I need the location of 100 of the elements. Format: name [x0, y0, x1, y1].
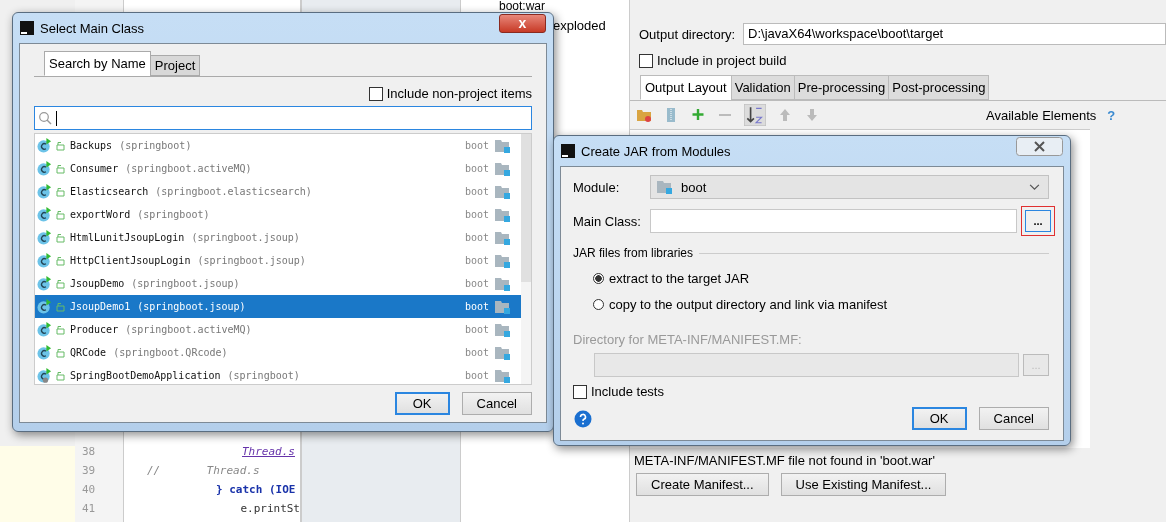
class-list-item[interactable]: exportWord (springboot) boot — [35, 203, 521, 226]
manifest-message: META-INF/MANIFEST.MF file not found in 'boot.war' — [634, 453, 935, 468]
package-name: (springboot.activeMQ) — [125, 163, 252, 174]
class-list-item[interactable]: HttpClientJsoupLogin (springboot.jsoup) boot — [35, 249, 521, 272]
dialog-button[interactable]: OK — [911, 407, 967, 430]
package-name: (springboot.elasticsearch) — [155, 186, 312, 197]
manifest-button[interactable]: Create Manifest... — [636, 473, 769, 496]
class-name: HttpClientJsoupLogin — [70, 255, 191, 266]
module-folder-icon — [657, 180, 673, 194]
class-icon — [37, 161, 52, 176]
class-icon — [37, 345, 52, 360]
class-list-item[interactable]: Producer (springboot.activeMQ) boot — [35, 318, 521, 341]
class-icon — [37, 138, 52, 153]
module-name: boot — [464, 255, 489, 266]
code-line: } catch (IOE — [216, 483, 296, 496]
checkbox[interactable] — [368, 86, 383, 101]
package-name: (springboot.jsoup) — [191, 232, 300, 243]
module-folder-icon — [495, 299, 511, 314]
dialog-button[interactable]: Cancel — [978, 407, 1049, 430]
class-list-item[interactable]: Elasticsearch (springboot.elasticsearch) boot — [35, 180, 521, 203]
package-name: (springboot) — [227, 370, 300, 381]
class-list-item[interactable]: JsoupDemo (springboot.jsoup) boot — [35, 272, 521, 295]
class-icon — [37, 253, 52, 268]
field-label: Output directory: — [639, 26, 736, 42]
dialog-button[interactable]: OK — [394, 392, 450, 415]
radio-button[interactable] — [593, 273, 604, 284]
class-list-item[interactable]: HtmlLunitJsoupLogin (springboot.jsoup) boot — [35, 226, 521, 249]
lock-icon — [55, 301, 65, 312]
lock-icon — [55, 163, 65, 174]
help-icon[interactable] — [574, 409, 592, 428]
code-line: Thread.s — [242, 445, 295, 458]
class-list-item[interactable]: Backups (springboot) boot — [35, 134, 521, 157]
module-dropdown[interactable]: boot — [650, 175, 1049, 199]
module-folder-icon — [495, 138, 511, 153]
package-name: (springboot.jsoup) — [137, 301, 246, 312]
module-folder-icon — [495, 368, 511, 383]
module-folder-icon — [495, 207, 511, 222]
manifest-directory-field[interactable] — [594, 353, 1019, 377]
class-icon — [37, 207, 52, 222]
package-name: (springboot) — [137, 209, 210, 220]
search-field[interactable] — [34, 106, 532, 130]
package-name: (springboot.QRcode) — [113, 347, 228, 358]
tab[interactable]: Project — [149, 55, 201, 76]
class-name: QRCode — [70, 347, 107, 358]
radio-button[interactable] — [593, 299, 604, 310]
checkbox-label: Include non-project items — [386, 86, 532, 101]
tab[interactable]: Pre-processing — [793, 75, 890, 100]
app-logo-icon — [561, 144, 575, 158]
module-folder-icon — [495, 322, 511, 337]
module-name: boot — [464, 163, 489, 174]
artifact-name[interactable]: boot:war — [499, 0, 546, 13]
class-name: Producer — [70, 324, 119, 335]
tab[interactable]: Search by Name — [44, 51, 151, 76]
close-button[interactable]: x — [499, 13, 546, 33]
module-name: boot — [464, 278, 489, 289]
main-class-field[interactable] — [650, 209, 1017, 233]
module-name: boot — [464, 347, 489, 358]
class-icon — [37, 322, 52, 337]
checkbox[interactable] — [573, 384, 587, 399]
lock-icon — [55, 255, 65, 266]
tab[interactable]: Validation — [730, 75, 795, 100]
dialog-button[interactable]: Cancel — [461, 392, 532, 415]
window-title: Select Main Class — [40, 20, 145, 36]
class-name: HtmlLunitJsoupLogin — [70, 232, 185, 243]
class-name: JsoupDemo1 — [70, 301, 131, 312]
module-name: boot — [464, 301, 489, 312]
folder-icon[interactable] — [636, 107, 652, 123]
lock-icon — [55, 186, 65, 197]
close-button[interactable] — [1016, 136, 1063, 156]
panel-title: Available Elements — [986, 107, 1097, 123]
lock-icon — [55, 140, 65, 151]
class-list-item[interactable]: JsoupDemo1 (springboot.jsoup) boot — [35, 295, 521, 318]
lock-icon — [55, 278, 65, 289]
class-name: JsoupDemo — [70, 278, 125, 289]
checkbox[interactable] — [639, 53, 653, 68]
checkbox-label: Include in project build — [657, 53, 787, 68]
line-number: 39 — [81, 464, 97, 477]
module-folder-icon — [495, 253, 511, 268]
lock-icon — [55, 209, 65, 220]
class-list-item[interactable]: SpringBootDemoApplication (springboot) boot — [35, 364, 521, 384]
section-title: JAR files from libraries — [573, 246, 694, 260]
scrollbar[interactable] — [521, 134, 531, 384]
sort-icon[interactable] — [744, 104, 766, 126]
module-name: boot — [464, 140, 489, 151]
tab[interactable]: Output Layout — [640, 75, 732, 100]
browse-button[interactable]: ... — [1021, 206, 1055, 236]
class-list-item[interactable]: QRCode (springboot.QRcode) boot — [35, 341, 521, 364]
manifest-button[interactable]: Use Existing Manifest... — [780, 473, 947, 496]
line-number: 41 — [81, 502, 97, 515]
class-list-item[interactable]: Consumer (springboot.activeMQ) boot — [35, 157, 521, 180]
lock-icon — [55, 347, 65, 358]
module-folder-icon — [495, 345, 511, 360]
field-label: Module: — [573, 179, 621, 195]
field-label: Directory for META-INF/MANIFEST.MF: — [573, 332, 803, 347]
class-name: exportWord — [70, 209, 131, 220]
output-directory-field[interactable]: D:\javaX64\workspace\boot\target — [743, 23, 1166, 45]
lock-icon — [55, 232, 65, 243]
add-icon[interactable] — [690, 107, 706, 123]
tab[interactable]: Post-processing — [888, 75, 990, 100]
artifact-name[interactable]: exploded — [553, 18, 606, 33]
